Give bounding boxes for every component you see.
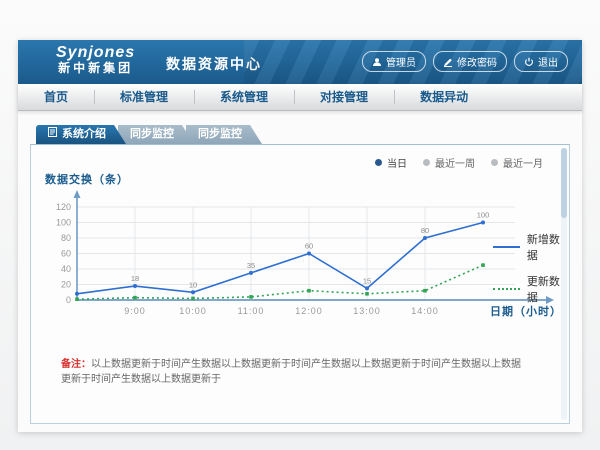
edit-icon <box>443 57 453 67</box>
logout-label: 退出 <box>538 54 558 69</box>
dotted-line-swatch-icon <box>493 288 520 290</box>
svg-text:60: 60 <box>305 242 313 251</box>
radio-label: 当日 <box>387 155 407 170</box>
nav-item-system-mgmt[interactable]: 系统管理 <box>194 84 294 110</box>
page-background: Synjones 新中新集团 数据资源中心 管理员 修改密码 <box>0 0 600 450</box>
page-title: 数据资源中心 <box>166 54 262 74</box>
svg-text:120: 120 <box>56 202 71 212</box>
svg-text:100: 100 <box>56 218 71 228</box>
legend-item-new-data: 新增数据 <box>493 231 569 263</box>
tab-system-intro[interactable]: 系统介绍 <box>36 125 126 144</box>
tab-label: 同步监控 <box>130 125 174 144</box>
svg-text:12:00: 12:00 <box>295 306 323 316</box>
svg-text:10:00: 10:00 <box>179 306 207 316</box>
radio-last-month[interactable]: 最近一月 <box>491 155 543 170</box>
main-nav: 首页 标准管理 系统管理 对接管理 数据异动 <box>18 84 582 111</box>
svg-text:9:00: 9:00 <box>124 306 146 316</box>
solid-line-swatch-icon <box>493 246 520 248</box>
content-area: 系统介绍 同步监控 同步监控 当日 最近一周 <box>18 111 582 431</box>
user-icon <box>372 57 382 67</box>
tab-label: 同步监控 <box>198 125 242 144</box>
panel-scrollbar <box>561 148 567 420</box>
chart-legend: 新增数据 更新数据 <box>493 231 569 305</box>
svg-text:0: 0 <box>66 295 71 305</box>
nav-item-standard-mgmt[interactable]: 标准管理 <box>94 84 194 110</box>
document-icon <box>48 125 57 144</box>
svg-text:80: 80 <box>421 226 429 235</box>
radio-last-week[interactable]: 最近一周 <box>423 155 475 170</box>
radio-today[interactable]: 当日 <box>375 155 407 170</box>
app-header: Synjones 新中新集团 数据资源中心 管理员 修改密码 <box>18 40 582 84</box>
svg-text:13:00: 13:00 <box>353 306 381 316</box>
app-window: Synjones 新中新集团 数据资源中心 管理员 修改密码 <box>18 40 582 432</box>
nav-item-data-change[interactable]: 数据异动 <box>394 84 494 110</box>
tab-bar: 系统介绍 同步监控 同步监控 <box>36 125 582 144</box>
radio-dot-icon <box>375 159 382 166</box>
y-axis-title: 数据交换（条） <box>45 171 129 187</box>
svg-text:日期（小时）: 日期（小时） <box>490 304 562 318</box>
nav-item-home[interactable]: 首页 <box>18 84 94 110</box>
user-actions: 管理员 修改密码 退出 <box>362 51 568 72</box>
svg-text:100: 100 <box>477 211 490 220</box>
nav-item-integration-mgmt[interactable]: 对接管理 <box>294 84 394 110</box>
svg-text:11:00: 11:00 <box>238 306 265 316</box>
svg-text:80: 80 <box>61 233 71 243</box>
brand-logo-subtext: 新中新集团 <box>56 62 135 75</box>
tab-panel: 当日 最近一周 最近一月 数据交换（条） 0 20 40 60 80 100 120 9:00… <box>30 144 570 424</box>
radio-label: 最近一周 <box>435 155 475 170</box>
legend-item-updated-data: 更新数据 <box>493 273 569 305</box>
user-button-label: 管理员 <box>386 54 416 69</box>
logout-button[interactable]: 退出 <box>514 51 568 72</box>
svg-text:15: 15 <box>363 276 371 285</box>
brand-logo: Synjones 新中新集团 <box>56 44 135 75</box>
radio-dot-icon <box>423 159 430 166</box>
svg-text:60: 60 <box>61 249 71 259</box>
change-password-button[interactable]: 修改密码 <box>433 51 507 72</box>
svg-text:40: 40 <box>61 264 71 274</box>
svg-text:18: 18 <box>131 274 139 283</box>
change-password-label: 修改密码 <box>457 54 497 69</box>
footnote-prefix: 备注： <box>61 359 91 370</box>
range-filter-group: 当日 最近一周 最近一月 <box>375 155 543 170</box>
svg-text:10: 10 <box>189 280 197 289</box>
radio-dot-icon <box>491 159 498 166</box>
brand-logo-text: Synjones <box>56 44 135 62</box>
svg-text:20: 20 <box>61 280 71 290</box>
user-button[interactable]: 管理员 <box>362 51 426 72</box>
tab-sync-monitor-1[interactable]: 同步监控 <box>118 125 194 144</box>
power-icon <box>524 57 534 67</box>
tab-label: 系统介绍 <box>62 125 106 144</box>
tab-sync-monitor-2[interactable]: 同步监控 <box>186 125 262 144</box>
svg-text:14:00: 14:00 <box>411 306 439 316</box>
svg-text:35: 35 <box>247 261 255 270</box>
radio-label: 最近一月 <box>503 155 543 170</box>
footnote: 备注：以上数据更新于时间产生数据以上数据更新于时间产生数据以上数据更新于时间产生… <box>61 357 529 387</box>
footnote-text: 以上数据更新于时间产生数据以上数据更新于时间产生数据以上数据更新于时间产生数据以… <box>61 359 521 385</box>
scrollbar-thumb[interactable] <box>561 148 567 218</box>
